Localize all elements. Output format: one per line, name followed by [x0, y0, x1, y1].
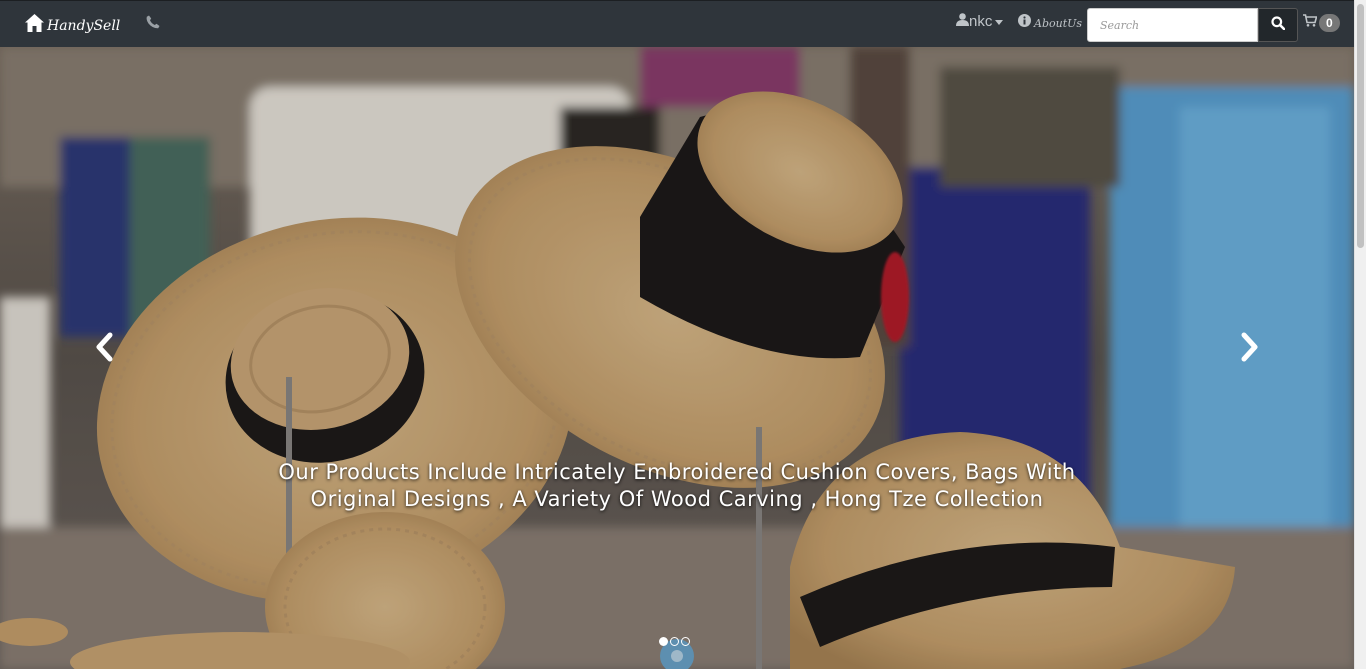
chevron-right-icon — [1239, 332, 1261, 367]
carousel-indicator-3[interactable] — [681, 637, 690, 646]
search-button[interactable] — [1258, 8, 1298, 42]
scroll-indicator-dot — [671, 650, 683, 662]
info-icon — [1018, 14, 1031, 32]
hero-carousel: Our Products Include Intricately Embroid… — [0, 47, 1354, 669]
carousel-indicator-1[interactable] — [659, 637, 668, 646]
cart-button[interactable]: 0 — [1303, 14, 1340, 32]
brand-name: HandySell — [47, 17, 121, 34]
carousel-prev-button[interactable] — [84, 329, 124, 369]
brand-link[interactable]: HandySell — [25, 14, 120, 37]
home-icon — [25, 14, 44, 37]
carousel-caption: Our Products Include Intricately Embroid… — [278, 460, 1076, 511]
top-navbar: HandySell nkc AboutUs 0 — [0, 0, 1354, 47]
carousel-indicators — [659, 637, 690, 646]
hero-slide-image — [0, 47, 1354, 669]
about-us-link[interactable]: AboutUs — [1018, 14, 1082, 32]
caret-down-icon — [995, 19, 1004, 25]
cart-icon — [1303, 14, 1318, 32]
user-icon — [956, 13, 969, 30]
cart-count-badge: 0 — [1319, 14, 1340, 32]
scrollbar-thumb[interactable] — [1357, 4, 1364, 248]
carousel-next-button[interactable] — [1230, 329, 1270, 369]
user-name: nkc — [969, 13, 993, 30]
page-scrollbar[interactable] — [1354, 0, 1366, 669]
search-icon — [1271, 15, 1286, 35]
chevron-left-icon — [93, 332, 115, 367]
about-us-label: AboutUs — [1034, 16, 1083, 30]
carousel-indicator-2[interactable] — [670, 637, 679, 646]
search-input[interactable] — [1087, 8, 1258, 42]
phone-icon[interactable] — [146, 15, 160, 34]
user-dropdown[interactable]: nkc — [956, 13, 1004, 30]
